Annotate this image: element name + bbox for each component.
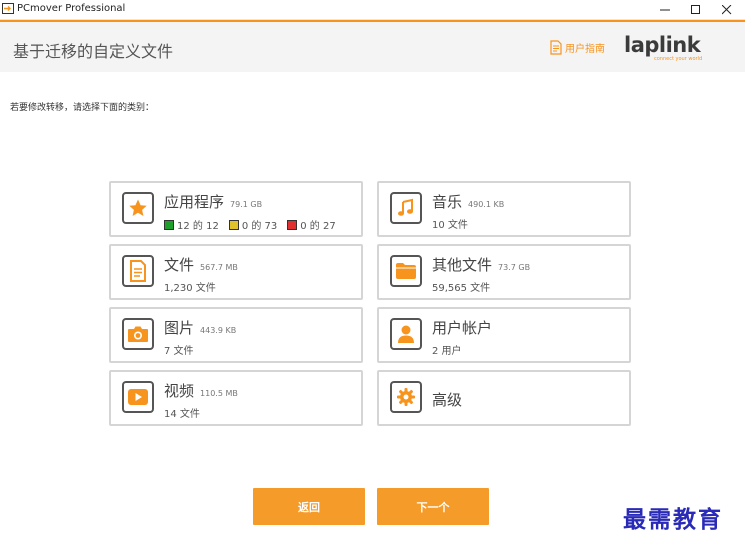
- gear-icon: [390, 381, 422, 413]
- star-icon: [122, 192, 154, 224]
- category-music[interactable]: 音乐 490.1 KB 10 文件: [377, 181, 631, 237]
- music-note-icon: [390, 192, 422, 224]
- maximize-icon: [691, 4, 700, 14]
- category-size: 79.1 GB: [230, 200, 263, 209]
- category-size: 110.5 MB: [200, 389, 238, 398]
- application-stats: 12 的 12 0 的 73 0 的 27: [164, 217, 346, 232]
- logo-text: laplink: [624, 33, 701, 57]
- category-advanced[interactable]: 高级: [377, 370, 631, 426]
- folder-icon: [390, 255, 422, 287]
- document-icon: [122, 255, 154, 287]
- user-guide-link[interactable]: 用户指南: [550, 40, 605, 55]
- green-status-square: [164, 219, 174, 230]
- window-title: PCmover Professional: [17, 3, 126, 14]
- category-name: 视频 110.5 MB: [164, 382, 238, 400]
- instruction-text: 若要修改转移，请选择下面的类别：: [10, 103, 155, 113]
- header: 基于迁移的自定义文件 用户指南 laplink connect your wor…: [0, 20, 745, 72]
- category-name: 高级: [432, 391, 463, 409]
- user-guide-label: 用户指南: [565, 44, 605, 55]
- category-other-files[interactable]: 其他文件 73.7 GB 59,565 文件: [377, 244, 631, 300]
- play-icon: [122, 381, 154, 413]
- category-name: 文件 567.7 MB: [164, 256, 238, 274]
- stat-green: 12 的 12: [164, 217, 219, 232]
- document-icon: [550, 40, 562, 55]
- page-title: 基于迁移的自定义文件: [13, 42, 174, 61]
- watermark-text: 最需教育: [623, 506, 723, 533]
- category-count: 59,565 文件: [432, 283, 491, 294]
- logo-tagline: connect your world: [654, 56, 703, 62]
- category-size: 73.7 GB: [498, 263, 531, 272]
- back-button[interactable]: 返回: [253, 488, 365, 525]
- category-name: 其他文件 73.7 GB: [432, 256, 531, 274]
- category-count: 1,230 文件: [164, 283, 216, 294]
- title-bar: PCmover Professional: [0, 0, 745, 20]
- app-icon: [2, 3, 14, 14]
- red-status-square: [287, 219, 298, 230]
- minimize-icon: [660, 9, 670, 10]
- category-size: 567.7 MB: [200, 263, 238, 272]
- yellow-status-square: [228, 219, 239, 230]
- category-size: 443.9 KB: [200, 326, 237, 335]
- stat-yellow: 0 的 73: [228, 217, 277, 232]
- category-name: 应用程序 79.1 GB: [164, 193, 263, 211]
- category-user-accounts[interactable]: 用户帐户 2 用户: [377, 307, 631, 363]
- category-pictures[interactable]: 图片 443.9 KB 7 文件: [109, 307, 363, 363]
- user-icon: [390, 318, 422, 350]
- category-count: 14 文件: [164, 409, 200, 420]
- laplink-logo: laplink connect your world: [624, 34, 706, 68]
- category-name: 音乐 490.1 KB: [432, 193, 505, 211]
- category-size: 490.1 KB: [468, 200, 505, 209]
- category-applications[interactable]: 应用程序 79.1 GB 12 的 12 0 的 73 0 的 27: [109, 181, 363, 237]
- category-count: 10 文件: [432, 220, 468, 231]
- camera-icon: [122, 318, 154, 350]
- category-name: 图片 443.9 KB: [164, 319, 237, 337]
- category-documents[interactable]: 文件 567.7 MB 1,230 文件: [109, 244, 363, 300]
- category-count: 7 文件: [164, 346, 194, 357]
- close-icon: [722, 4, 732, 14]
- category-videos[interactable]: 视频 110.5 MB 14 文件: [109, 370, 363, 426]
- next-button[interactable]: 下一个: [377, 488, 489, 525]
- maximize-button[interactable]: [681, 0, 711, 19]
- stat-red: 0 的 27: [287, 217, 336, 232]
- category-count: 2 用户: [432, 346, 462, 357]
- minimize-button[interactable]: [650, 0, 680, 19]
- category-name: 用户帐户: [432, 319, 493, 337]
- close-button[interactable]: [712, 0, 742, 19]
